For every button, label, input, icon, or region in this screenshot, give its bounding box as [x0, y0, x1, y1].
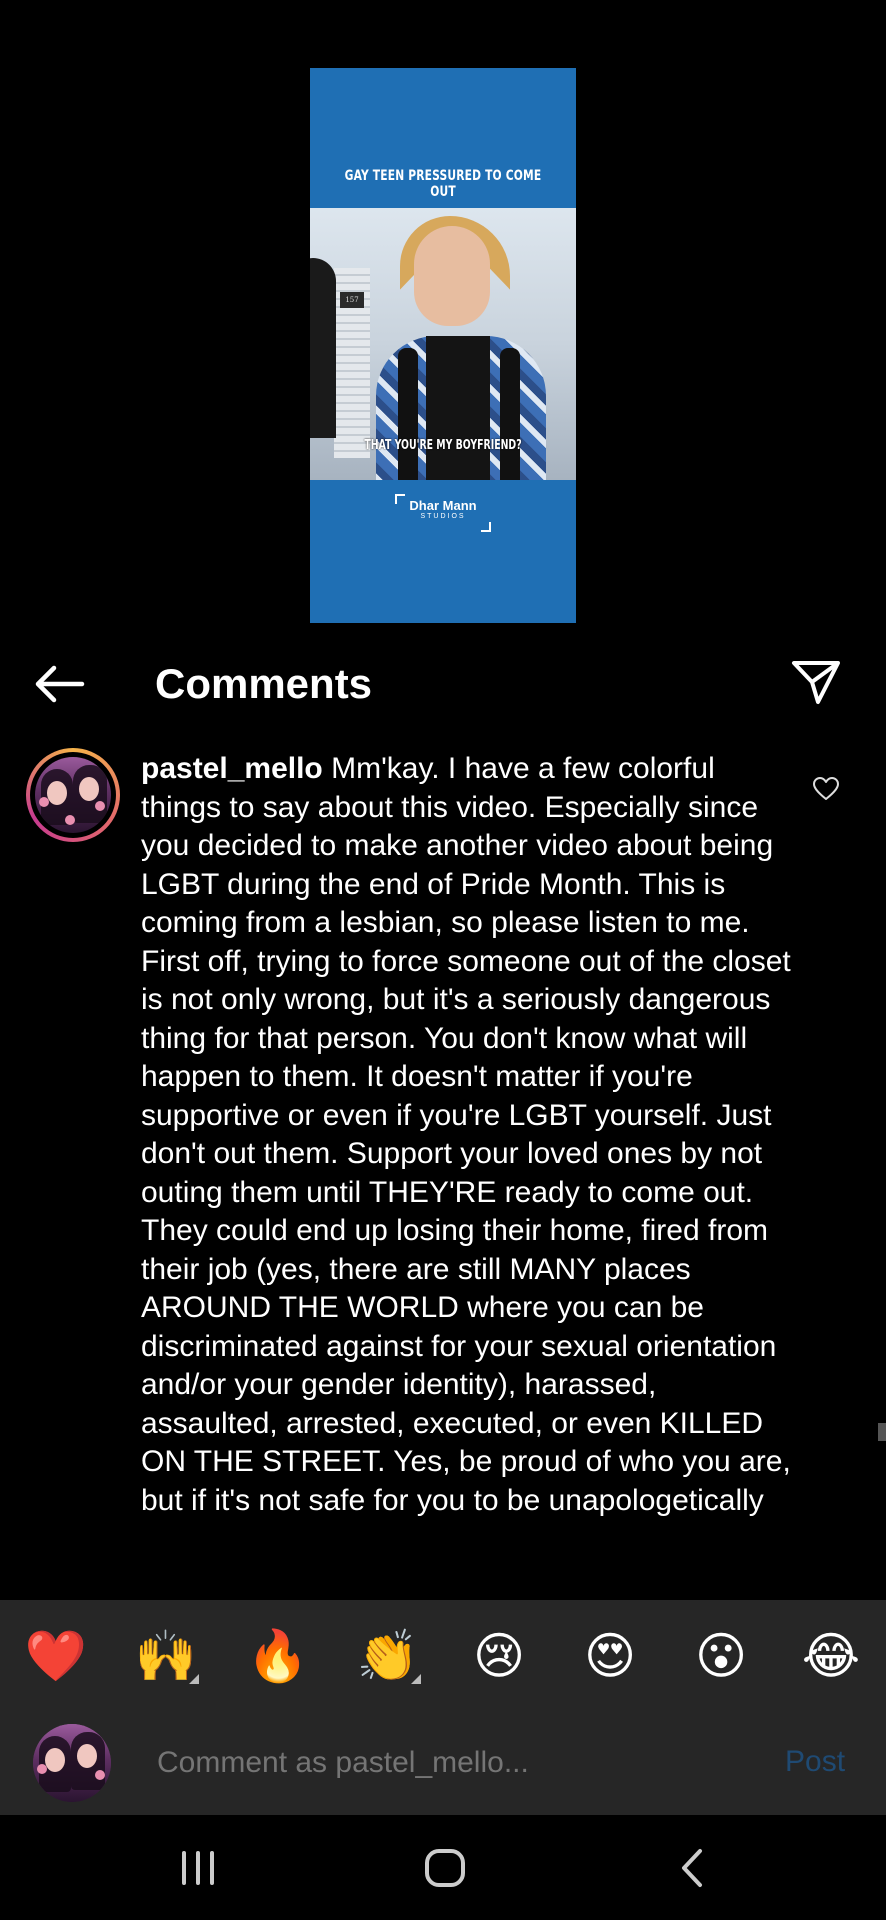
comment-input[interactable]: [155, 1740, 759, 1786]
emoji-raising-hands[interactable]: 🙌: [131, 1626, 201, 1686]
black-tshirt: [426, 336, 490, 480]
face: [414, 226, 490, 326]
emoji-tears-of-joy[interactable]: 😂: [796, 1626, 866, 1686]
video-thumbnail[interactable]: GAY TEEN PRESSURED TO COME OUT 157 THAT …: [310, 68, 576, 623]
back-chevron-icon[interactable]: [678, 1845, 708, 1891]
skin-tone-indicator: [189, 1674, 199, 1684]
composer-avatar: [33, 1724, 111, 1802]
comment-text: Mm'kay. I have a few colorful things to …: [141, 752, 791, 1517]
comment-composer: Post: [0, 1710, 886, 1815]
avatar: [35, 757, 111, 833]
emoji-heart[interactable]: ❤️: [21, 1626, 91, 1686]
story-ring[interactable]: [26, 748, 120, 842]
quick-reactions-bar: ❤️ 🙌 🔥 👏 😢 😍 😮 😂: [0, 1600, 886, 1710]
emoji-heart-eyes[interactable]: 😍: [575, 1626, 645, 1686]
dhar-mann-logo: Dhar Mann STUDIOS: [310, 494, 576, 532]
scrollbar-thumb[interactable]: [878, 1423, 886, 1441]
logo-bracket-top-left: [395, 494, 405, 504]
comment-username[interactable]: pastel_mello: [141, 752, 323, 785]
comments-header: Comments: [0, 640, 886, 730]
logo-sub-text: STUDIOS: [420, 513, 466, 520]
backpack-strap-right: [500, 348, 520, 480]
video-caption-top: GAY TEEN PRESSURED TO COME OUT: [344, 168, 542, 200]
home-icon[interactable]: [423, 1845, 467, 1891]
room-number-plate: 157: [340, 292, 364, 308]
comment-text-block: pastel_mello Mm'kay. I have a few colorf…: [141, 750, 791, 1520]
page-title: Comments: [155, 660, 373, 707]
recent-apps-icon[interactable]: [178, 1845, 218, 1891]
logo-bracket-bottom-right: [481, 522, 491, 532]
emoji-fire[interactable]: 🔥: [243, 1626, 313, 1686]
heart-outline-icon[interactable]: [812, 776, 840, 802]
video-caption-bottom: THAT YOU'RE MY BOYFRIEND?: [364, 438, 522, 453]
emoji-surprised-face[interactable]: 😮: [686, 1626, 756, 1686]
backpack-strap-left: [398, 348, 418, 480]
post-button[interactable]: Post: [785, 1740, 845, 1784]
skin-tone-indicator: [411, 1674, 421, 1684]
emoji-clapping-hands[interactable]: 👏: [353, 1626, 423, 1686]
emoji-crying-face[interactable]: 😢: [464, 1626, 534, 1686]
second-person-silhouette: [310, 258, 336, 438]
logo-main-text: Dhar Mann: [409, 498, 477, 513]
paper-plane-icon[interactable]: [790, 658, 842, 706]
system-navigation-bar: [0, 1815, 886, 1920]
arrow-left-icon[interactable]: [32, 664, 86, 704]
comment-item: pastel_mello Mm'kay. I have a few colorf…: [0, 740, 886, 1600]
